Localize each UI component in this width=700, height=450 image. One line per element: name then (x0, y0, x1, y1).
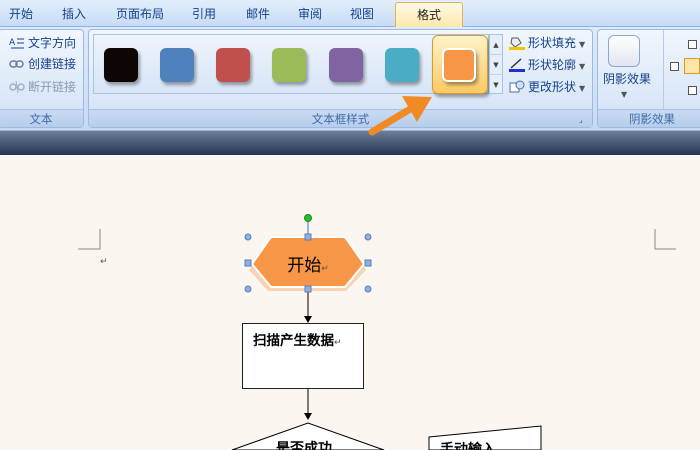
tab-mailings[interactable]: 邮件 (236, 5, 280, 25)
ribbon-tab-bar: 开始 插入 页面布局 引用 邮件 审阅 视图 格式 (0, 0, 700, 28)
green-style-swatch[interactable] (272, 48, 306, 82)
link-icon (9, 57, 25, 71)
tab-format[interactable]: 格式 (395, 2, 463, 28)
ribbon: A 文字方向 创建链接 断开链接 文本 ▲ ▼ ▼ 形状填充 ▼ 形状轮廓 ▼ … (0, 27, 700, 131)
purple-style-swatch[interactable] (329, 48, 363, 82)
textbox-styles-group-label: 文本框样式 (89, 109, 592, 127)
gallery-up-icon[interactable]: ▲ (490, 35, 502, 55)
paragraph-mark: ↵ (100, 257, 108, 267)
selection-handle (364, 233, 372, 241)
connector-arrowhead (304, 413, 312, 420)
selection-handle (304, 233, 312, 241)
change-shape-icon (509, 80, 525, 94)
shape-outline-button[interactable]: 形状轮廓 ▼ (509, 56, 585, 74)
shape-fill-button[interactable]: 形状填充 ▼ (509, 34, 585, 52)
nudge-up-icon[interactable] (688, 40, 697, 49)
style-gallery (93, 34, 489, 94)
shape-outline-label: 形状轮廓 (528, 58, 577, 72)
shape-fill-icon (509, 36, 525, 50)
gallery-more-icon[interactable]: ▼ (490, 75, 502, 95)
text-direction-button[interactable]: A 文字方向 (9, 34, 76, 52)
text-direction-icon: A (9, 36, 25, 50)
paragraph-mark: ↵ (321, 264, 329, 274)
shadow-toggle-icon[interactable] (684, 58, 700, 74)
text-group: A 文字方向 创建链接 断开链接 文本 (0, 29, 84, 128)
selection-handle (364, 259, 372, 267)
connector-arrowhead (304, 316, 312, 323)
shadow-effects-group: 阴影效果 ▼ 阴影效果 (597, 29, 700, 128)
paragraph-mark: ↵ (334, 338, 342, 348)
document-canvas (78, 214, 676, 450)
margin-corner-left (78, 229, 101, 250)
shape-outline-icon (509, 57, 525, 72)
ribbon-bottom-shadow (0, 131, 700, 155)
break-link-button[interactable]: 断开链接 (9, 78, 76, 96)
change-shape-label: 更改形状 (528, 80, 577, 94)
start-label: 开始 (287, 256, 322, 276)
tab-review[interactable]: 审阅 (288, 5, 332, 25)
gallery-scroll: ▲ ▼ ▼ (489, 34, 503, 94)
chevron-down-icon: ▼ (621, 90, 628, 99)
selection-handle (244, 233, 252, 241)
break-link-icon (9, 80, 25, 94)
rotation-handle (304, 214, 312, 222)
tab-home[interactable]: 开始 (0, 5, 42, 25)
margin-corner-right (654, 229, 676, 250)
document-page: ↵ 开始↵ 扫描产生数据↵ 是否成功 手动输入 (0, 155, 700, 450)
tab-page-layout[interactable]: 页面布局 (108, 5, 172, 25)
selection-handle (364, 285, 372, 293)
tab-view[interactable]: 视图 (340, 5, 384, 25)
create-link-label: 创建链接 (28, 57, 77, 71)
gallery-down-icon[interactable]: ▼ (490, 55, 502, 75)
chevron-down-icon: ▼ (579, 84, 586, 93)
selection-handle (244, 285, 252, 293)
decision-label: 是否成功 (276, 441, 332, 450)
nudge-down-icon[interactable] (688, 86, 697, 95)
create-link-button[interactable]: 创建链接 (9, 55, 76, 73)
manual-input-label: 手动输入 (440, 442, 496, 450)
break-link-label: 断开链接 (28, 80, 77, 94)
chevron-down-icon: ▼ (579, 40, 586, 49)
svg-text:A: A (9, 38, 16, 48)
blue-style-swatch[interactable] (160, 48, 194, 82)
nudge-left-icon[interactable] (670, 62, 679, 71)
textbox-styles-group: ▲ ▼ ▼ 形状填充 ▼ 形状轮廓 ▼ 更改形状 ▼ 文本框样式 ⌟ (88, 29, 593, 128)
black-style-swatch[interactable] (104, 48, 138, 82)
red-style-swatch[interactable] (216, 48, 250, 82)
orange-style-swatch[interactable] (442, 48, 476, 82)
tab-references[interactable]: 引用 (182, 5, 226, 25)
chevron-down-icon: ▼ (579, 62, 586, 71)
dialog-launcher-icon[interactable]: ⌟ (579, 115, 589, 125)
scan-data-label: 扫描产生数据 (253, 333, 334, 349)
shadow-effects-icon (608, 35, 640, 67)
group-divider (663, 30, 664, 110)
shape-fill-label: 形状填充 (528, 36, 577, 50)
selection-handle (244, 259, 252, 267)
text-direction-label: 文字方向 (28, 36, 77, 50)
start-shape-text[interactable]: 开始↵ (268, 251, 348, 276)
text-group-label: 文本 (0, 109, 83, 127)
shadow-effects-group-label: 阴影效果 (598, 109, 700, 127)
change-shape-button[interactable]: 更改形状 ▼ (509, 78, 585, 96)
scan-data-box[interactable]: 扫描产生数据↵ (242, 323, 364, 389)
tab-insert[interactable]: 插入 (50, 5, 98, 25)
selection-handle (304, 285, 312, 293)
aqua-style-swatch[interactable] (385, 48, 419, 82)
